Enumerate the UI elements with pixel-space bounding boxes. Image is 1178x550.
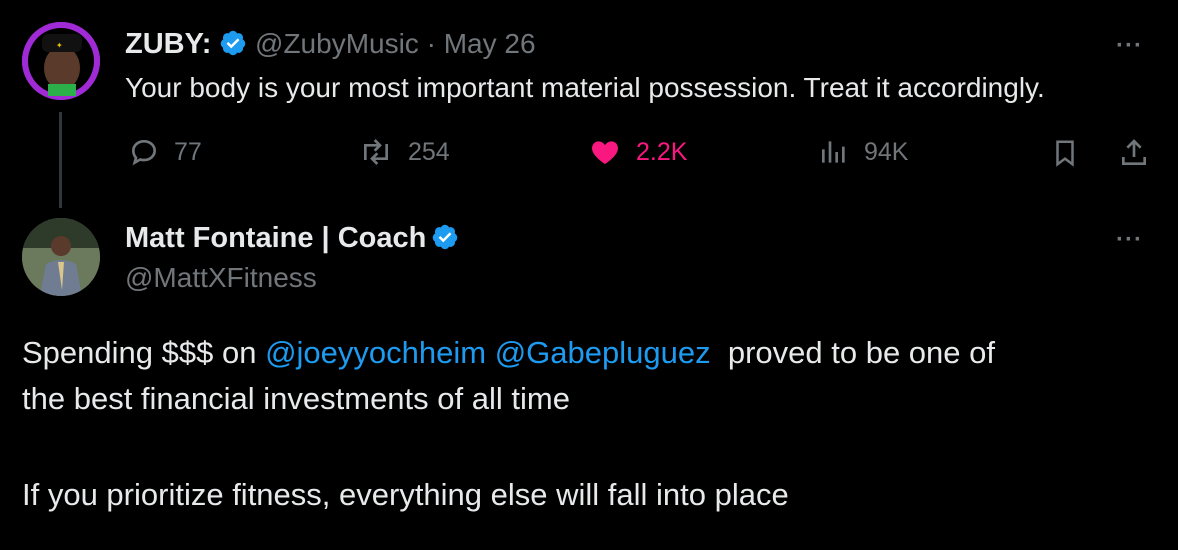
thread-connector-line [59,112,62,208]
body-text: proved to be one of [710,335,995,370]
reply-handle[interactable]: @MattXFitness [125,262,317,294]
reply-count: 77 [174,137,202,166]
share-icon [1122,139,1146,165]
body-text: Spending $$$ on [22,335,266,370]
views-count: 94K [864,137,909,166]
retweet-action[interactable]: 254 [358,136,450,168]
bookmark-button[interactable] [1050,136,1080,170]
views-chart-icon [822,141,845,163]
verified-badge-icon [432,224,458,250]
share-button[interactable] [1118,136,1150,170]
svg-text:✦: ✦ [56,41,63,50]
reply-author-name[interactable]: Matt Fontaine | Coach [125,222,426,254]
reply-action[interactable]: 77 [128,136,202,168]
quoted-date[interactable]: May 26 [444,28,536,59]
quoted-handle[interactable]: @ZubyMusic [255,28,419,59]
quoted-author-name[interactable]: ZUBY: [125,28,211,60]
quoted-tweet-header: ZUBY: @ZubyMusic · May 26 [125,28,536,61]
body-line-2: the best financial investments of all ti… [22,381,570,416]
reply-more-button[interactable]: ··· [1116,226,1143,254]
zuby-avatar[interactable]: ✦ [22,22,100,100]
views-action[interactable]: 94K [818,136,908,168]
bookmark-icon [1056,140,1074,167]
like-count: 2.2K [636,137,688,166]
reply-icon [131,139,157,166]
body-line-1: Spending $$$ on @joeyyochheim @Gabeplugu… [22,330,1142,376]
quoted-more-button[interactable]: ··· [1116,32,1143,60]
retweet-count: 254 [408,137,450,166]
body-line-3: If you prioritize fitness, everything el… [22,477,789,512]
like-action[interactable]: 2.2K [588,136,687,168]
reply-tweet-body: Spending $$$ on @joeyyochheim @Gabeplugu… [22,330,1142,518]
heart-icon [592,141,618,164]
header-separator: · [426,28,436,59]
matt-avatar[interactable] [22,218,100,296]
retweet-icon [364,139,388,165]
reply-author-row: Matt Fontaine | Coach [125,222,459,255]
verified-badge-icon [220,30,246,56]
mention-gabepluguez[interactable]: @Gabepluguez [495,335,711,370]
mention-joeyyochheim[interactable]: @joeyyochheim [265,335,486,370]
quoted-tweet-text: Your body is your most important materia… [125,72,1045,103]
